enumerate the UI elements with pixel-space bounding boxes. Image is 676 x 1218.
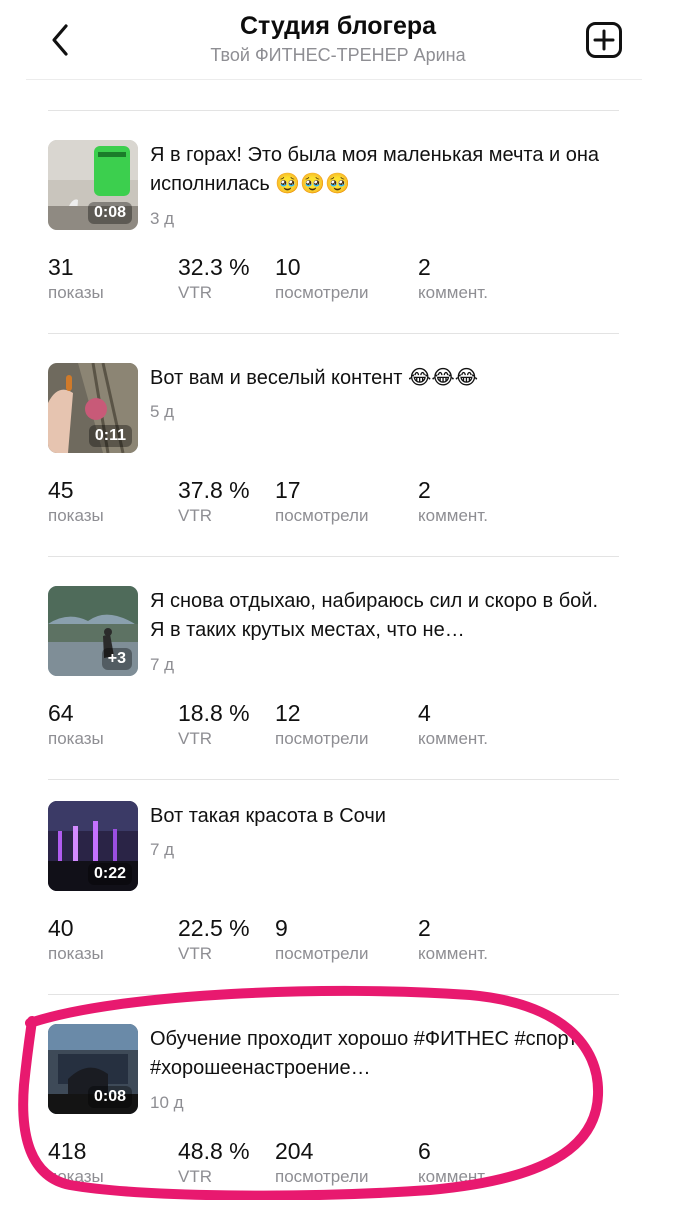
stat-label: VTR — [178, 506, 212, 525]
stat-label: коммент. — [418, 283, 488, 302]
stat-label: показы — [48, 1167, 104, 1186]
stat-label: показы — [48, 506, 104, 525]
stat-views: 9 посмотрели — [275, 914, 368, 964]
stat-label: показы — [48, 729, 104, 748]
stat-views: 12 посмотрели — [275, 699, 368, 749]
stat-value: 32.3 % — [178, 254, 250, 280]
stat-value: 22.5 % — [178, 915, 250, 941]
page-subtitle: Твой ФИТНЕС-ТРЕНЕР Арина — [210, 45, 466, 65]
video-duration: 0:08 — [87, 1086, 132, 1108]
post-item[interactable]: 0:08 Я в горах! Это была моя маленькая м… — [48, 111, 619, 334]
stat-value: 2 — [418, 254, 431, 280]
stat-comments: 4 коммент. — [418, 699, 488, 749]
add-post-button[interactable] — [585, 21, 623, 59]
stat-value: 2 — [418, 477, 431, 503]
stat-value: 48.8 % — [178, 1138, 250, 1164]
stat-label: посмотрели — [275, 944, 369, 963]
post-age: 7 д — [150, 655, 175, 674]
video-thumbnail[interactable]: 0:08 — [48, 1024, 138, 1114]
post-caption: Обучение проходит хорошо #ФИТНЕС #спорт … — [150, 1028, 578, 1079]
stat-label: показы — [48, 944, 104, 963]
post-age: 7 д — [150, 840, 175, 859]
stat-comments: 2 коммент. — [418, 914, 488, 964]
stat-label: коммент. — [418, 506, 488, 525]
post-item[interactable]: 0:11 Вот вам и веселый контент 😂😂😂 5 д 4… — [48, 334, 619, 557]
stat-value: 45 — [48, 477, 74, 503]
stat-value: 31 — [48, 254, 74, 280]
stat-views: 17 посмотрели — [275, 476, 368, 526]
plus-square-icon — [586, 22, 622, 58]
stat-label: коммент. — [418, 944, 488, 963]
stat-label: VTR — [178, 1167, 212, 1186]
stat-shows: 40 показы — [48, 914, 104, 964]
stat-value: 4 — [418, 700, 431, 726]
post-caption: Вот вам и веселый контент 😂😂😂 — [150, 367, 479, 389]
stat-value: 418 — [48, 1138, 87, 1164]
stat-value: 17 — [275, 477, 301, 503]
video-duration: 0:22 — [87, 863, 132, 885]
stat-value: 6 — [418, 1138, 431, 1164]
post-item[interactable]: +3 Я снова отдыхаю, набираюсь сил и скор… — [48, 557, 619, 780]
stat-value: 10 — [275, 254, 301, 280]
video-thumbnail[interactable]: 0:08 — [48, 140, 138, 230]
stat-label: посмотрели — [275, 506, 369, 525]
stat-vtr: 32.3 % VTR — [178, 253, 250, 303]
stat-label: VTR — [178, 944, 212, 963]
stat-shows: 64 показы — [48, 699, 104, 749]
stat-shows: 45 показы — [48, 476, 104, 526]
stat-label: коммент. — [418, 1167, 488, 1186]
stat-value: 40 — [48, 915, 74, 941]
app-header: Студия блогера Твой ФИТНЕС-ТРЕНЕР Арина — [0, 0, 676, 80]
stat-value: 2 — [418, 915, 431, 941]
stat-label: посмотрели — [275, 1167, 369, 1186]
stat-vtr: 18.8 % VTR — [178, 699, 250, 749]
post-caption: Я в горах! Это была моя маленькая мечта … — [150, 144, 600, 195]
photo-thumbnail[interactable]: +3 — [48, 586, 138, 676]
stat-value: 204 — [275, 1138, 314, 1164]
header-divider — [26, 79, 642, 80]
video-duration: 0:08 — [87, 202, 132, 224]
stat-value: 9 — [275, 915, 288, 941]
stat-label: посмотрели — [275, 283, 369, 302]
video-thumbnail[interactable]: 0:11 — [48, 363, 138, 453]
page-title: Студия блогера — [239, 12, 437, 40]
stat-comments: 2 коммент. — [418, 253, 488, 303]
post-caption: Вот такая красота в Сочи — [150, 805, 386, 827]
post-item[interactable]: 0:08 Обучение проходит хорошо #ФИТНЕС #с… — [48, 995, 619, 1218]
stat-value: 12 — [275, 700, 301, 726]
stat-comments: 2 коммент. — [418, 476, 488, 526]
post-age: 10 д — [150, 1093, 184, 1112]
more-photos-count: +3 — [101, 648, 132, 670]
stat-label: VTR — [178, 729, 212, 748]
stat-views: 10 посмотрели — [275, 253, 368, 303]
stat-vtr: 37.8 % VTR — [178, 476, 250, 526]
stat-shows: 31 показы — [48, 253, 104, 303]
post-age: 5 д — [150, 402, 175, 421]
stat-shows: 418 показы — [48, 1137, 104, 1187]
stat-label: показы — [48, 283, 104, 302]
stat-label: посмотрели — [275, 729, 369, 748]
stat-value: 37.8 % — [178, 477, 250, 503]
stat-views: 204 посмотрели — [275, 1137, 368, 1187]
video-duration: 0:11 — [88, 425, 132, 447]
video-thumbnail[interactable]: 0:22 — [48, 801, 138, 891]
stat-label: VTR — [178, 283, 212, 302]
stat-label: коммент. — [418, 729, 488, 748]
stat-vtr: 22.5 % VTR — [178, 914, 250, 964]
stat-vtr: 48.8 % VTR — [178, 1137, 250, 1187]
post-caption: Я снова отдыхаю, набираюсь сил и скоро в… — [150, 590, 599, 641]
post-item[interactable]: 0:22 Вот такая красота в Сочи 7 д 40 пока… — [48, 772, 619, 995]
post-age: 3 д — [150, 209, 175, 228]
stat-value: 18.8 % — [178, 700, 250, 726]
stat-comments: 6 коммент. — [418, 1137, 488, 1187]
stat-value: 64 — [48, 700, 74, 726]
